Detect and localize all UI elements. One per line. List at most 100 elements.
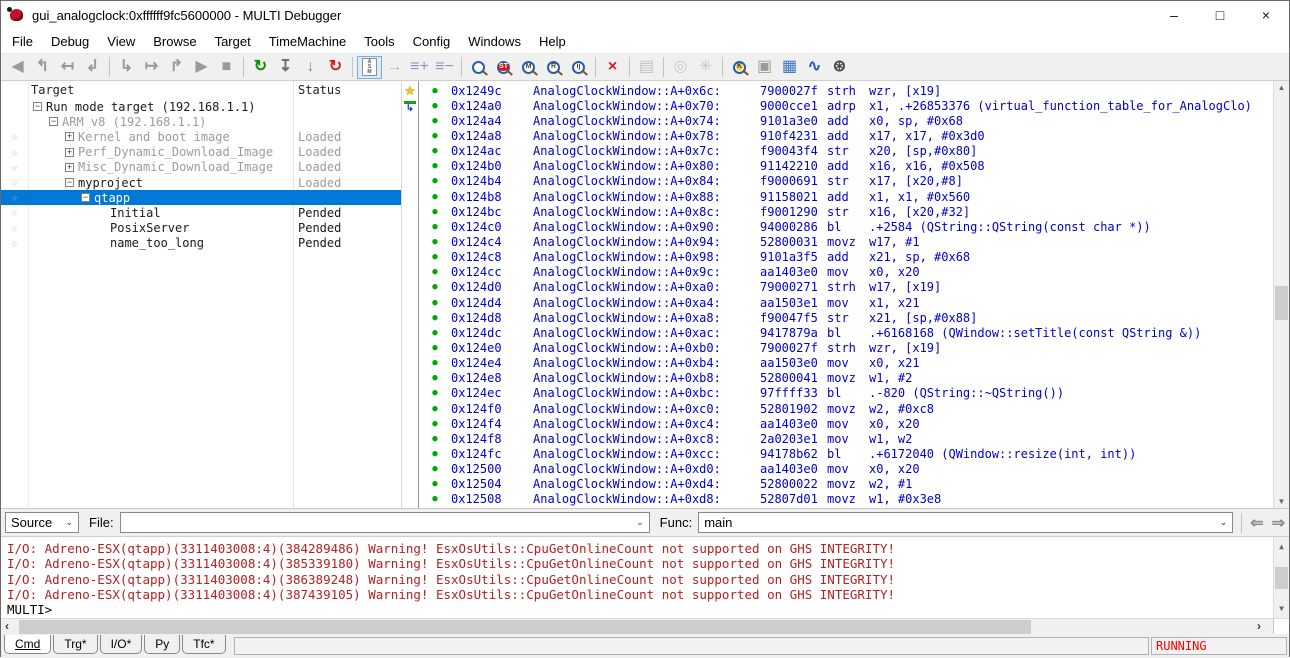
breakpoint-dot-icon[interactable]: ● [419,479,451,489]
expand-list-icon[interactable]: ≡+ [407,56,432,79]
bookmark-star-icon[interactable]: ☆ [1,130,28,143]
step-into-icon[interactable]: ↦ [139,56,164,79]
step-back-over-icon[interactable]: ↲ [80,56,105,79]
breakpoint-dot-icon[interactable]: ● [419,146,451,156]
collapse-list-icon[interactable]: ≡− [432,56,457,79]
collapse-icon[interactable]: − [65,178,74,187]
disasm-row[interactable]: ●0x124b4AnalogClockWindow::A+0x84:f90006… [419,174,1273,189]
scroll-down-icon[interactable]: ▼ [1274,497,1289,506]
disasm-row[interactable]: ●0x124ecAnalogClockWindow::A+0xbc:97ffff… [419,386,1273,401]
breakpoint-dot-icon[interactable]: ● [419,252,451,262]
breakpoint-dot-icon[interactable]: ● [419,86,451,96]
disasm-row[interactable]: ●0x12504AnalogClockWindow::A+0xd4:528000… [419,477,1273,492]
close-button[interactable]: × [1243,1,1289,29]
breakpoint-dot-icon[interactable]: ● [419,358,451,368]
breakpoint-dot-icon[interactable]: ● [419,131,451,141]
tree-row-initial[interactable]: ☆InitialPended [1,205,401,220]
tree-row-misc_dynamic_download_image[interactable]: ☆+Misc_Dynamic_Download_ImageLoaded [1,160,401,175]
view-mode-select[interactable]: Source ⌄ [5,512,79,533]
breakpoint-dot-icon[interactable]: ● [419,419,451,429]
reload-doc-icon[interactable]: ↻ [323,56,348,79]
window-grid-icon[interactable]: ▦ [777,56,802,79]
disasm-row[interactable]: ●0x124c8AnalogClockWindow::A+0x98:9101a3… [419,250,1273,265]
bookmark-star-icon[interactable]: ☆ [1,222,28,235]
tree-row-run[interactable]: −Run mode target (192.168.1.1) [1,99,401,114]
tree-row-name_too_long[interactable]: ☆name_too_longPended [1,236,401,251]
menu-browse[interactable]: Browse [144,31,205,52]
menu-windows[interactable]: Windows [459,31,530,52]
disasm-row[interactable]: ●0x124f0AnalogClockWindow::A+0xc0:528019… [419,401,1273,416]
breakpoint-dot-icon[interactable]: ● [419,176,451,186]
disasm-row[interactable]: ●0x124f4AnalogClockWindow::A+0xc4:aa1403… [419,416,1273,431]
command-console[interactable]: I/O: Adreno-ESX(qtapp)(3311403008:4)(384… [1,536,1289,618]
menu-view[interactable]: View [98,31,144,52]
menu-target[interactable]: Target [206,31,260,52]
disasm-row[interactable]: ●0x124ccAnalogClockWindow::A+0x9c:aa1403… [419,265,1273,280]
tree-row-myproject[interactable]: ☆−myprojectLoaded [1,175,401,190]
disasm-row[interactable]: ●0x124d4AnalogClockWindow::A+0xa4:aa1503… [419,295,1273,310]
tree-row-perf_dynamic_download_image[interactable]: ☆+Perf_Dynamic_Download_ImageLoaded [1,145,401,160]
step-over-icon[interactable]: ↳ [114,56,139,79]
edit-doc-icon[interactable]: ▤ [634,56,659,79]
breakpoint-dot-icon[interactable]: ● [419,373,451,383]
step-out-icon[interactable]: ↱ [164,56,189,79]
maximize-button[interactable]: □ [1197,1,1243,29]
disasm-row[interactable]: ●0x124fcAnalogClockWindow::A+0xcc:94178b… [419,446,1273,461]
tree-row-arm[interactable]: −ARM v8 (192.168.1.1) [1,114,401,129]
console-scrollbar[interactable]: ▲ ▼ [1273,537,1289,618]
download-icon[interactable]: ↧ [273,56,298,79]
collapse-icon[interactable]: − [49,117,58,126]
breakpoint-dot-icon[interactable]: ● [419,494,451,504]
tree-row-kernel[interactable]: ☆+Kernel and boot imageLoaded [1,129,401,144]
scrollbar-thumb[interactable] [1275,567,1288,589]
kernel-magnifier-icon[interactable]: K [727,56,752,79]
console-horizontal-scrollbar[interactable]: ‹ › [1,618,1289,634]
menu-timemachine[interactable]: TimeMachine [260,31,356,52]
breakpoint-dot-icon[interactable]: ● [419,116,451,126]
disasm-row[interactable]: ●0x124a8AnalogClockWindow::A+0x78:910f42… [419,128,1273,143]
favorites-star-icon[interactable]: ★ [404,84,416,97]
menu-help[interactable]: Help [530,31,575,52]
breakpoint-dot-icon[interactable]: ● [419,101,451,111]
breakpoint-dot-icon[interactable]: ● [419,328,451,338]
func-combobox[interactable]: main ⌄ [698,512,1233,533]
breakpoint-dot-icon[interactable]: ● [419,404,451,414]
scrollbar-thumb[interactable] [1275,286,1288,320]
disasm-row[interactable]: ●0x124bcAnalogClockWindow::A+0x8c:f90012… [419,204,1273,219]
signal-analyzer-icon[interactable]: ∿ [802,56,827,79]
minimize-button[interactable]: – [1151,1,1197,29]
asm-mode-icon[interactable]: ASM [357,56,382,79]
breakpoint-dot-icon[interactable]: ● [419,161,451,171]
history-back-icon[interactable]: ⇐ [1250,513,1263,533]
file-combobox[interactable]: ⌄ [120,512,650,533]
disasm-row[interactable]: ●0x124a0AnalogClockWindow::A+0x70:9000cc… [419,98,1273,113]
collapse-icon[interactable]: − [33,102,42,111]
expand-icon[interactable]: + [65,148,74,157]
disasm-row[interactable]: ●0x124d0AnalogClockWindow::A+0xa0:790002… [419,280,1273,295]
tab-trg[interactable]: Trg* [53,635,97,654]
step-back-out-icon[interactable]: ↰ [30,56,55,79]
disassembly-scrollbar[interactable]: ▲ ▼ [1273,81,1289,508]
disasm-row[interactable]: ●0x124e4AnalogClockWindow::A+0xb4:aa1503… [419,356,1273,371]
breakpoint-dot-icon[interactable]: ● [419,222,451,232]
disasm-row[interactable]: ●0x12508AnalogClockWindow::A+0xd8:52807d… [419,492,1273,507]
bookmark-star-icon[interactable]: ☆ [1,176,28,189]
breakpoint-dot-icon[interactable]: ● [419,267,451,277]
breakpoint-dot-icon[interactable]: ● [419,388,451,398]
locals-magnifier-icon[interactable]: ij [566,56,591,79]
halt-icon[interactable]: ■ [214,56,239,79]
disasm-row[interactable]: ●0x124dcAnalogClockWindow::A+0xac:941787… [419,325,1273,340]
dark-magnifier-icon[interactable]: ⊛ [827,56,852,79]
window-go-icon[interactable]: ▣ [752,56,777,79]
profile-icon[interactable]: ◎ [668,56,693,79]
restart-icon[interactable]: ↻ [248,56,273,79]
run-to-cursor-icon[interactable]: ↳ [404,101,416,113]
bookmark-star-icon[interactable]: ☆ [1,161,28,174]
disasm-row[interactable]: ●0x124c4AnalogClockWindow::A+0x94:528000… [419,234,1273,249]
disasm-row[interactable]: ●0x12500AnalogClockWindow::A+0xd0:aa1403… [419,462,1273,477]
tree-row-qtapp[interactable]: ☆−qtapp [1,190,401,205]
menu-debug[interactable]: Debug [42,31,98,52]
menu-config[interactable]: Config [404,31,460,52]
disasm-row[interactable]: ●0x124b0AnalogClockWindow::A+0x80:911422… [419,159,1273,174]
tab-cmd[interactable]: Cmd [4,635,51,654]
